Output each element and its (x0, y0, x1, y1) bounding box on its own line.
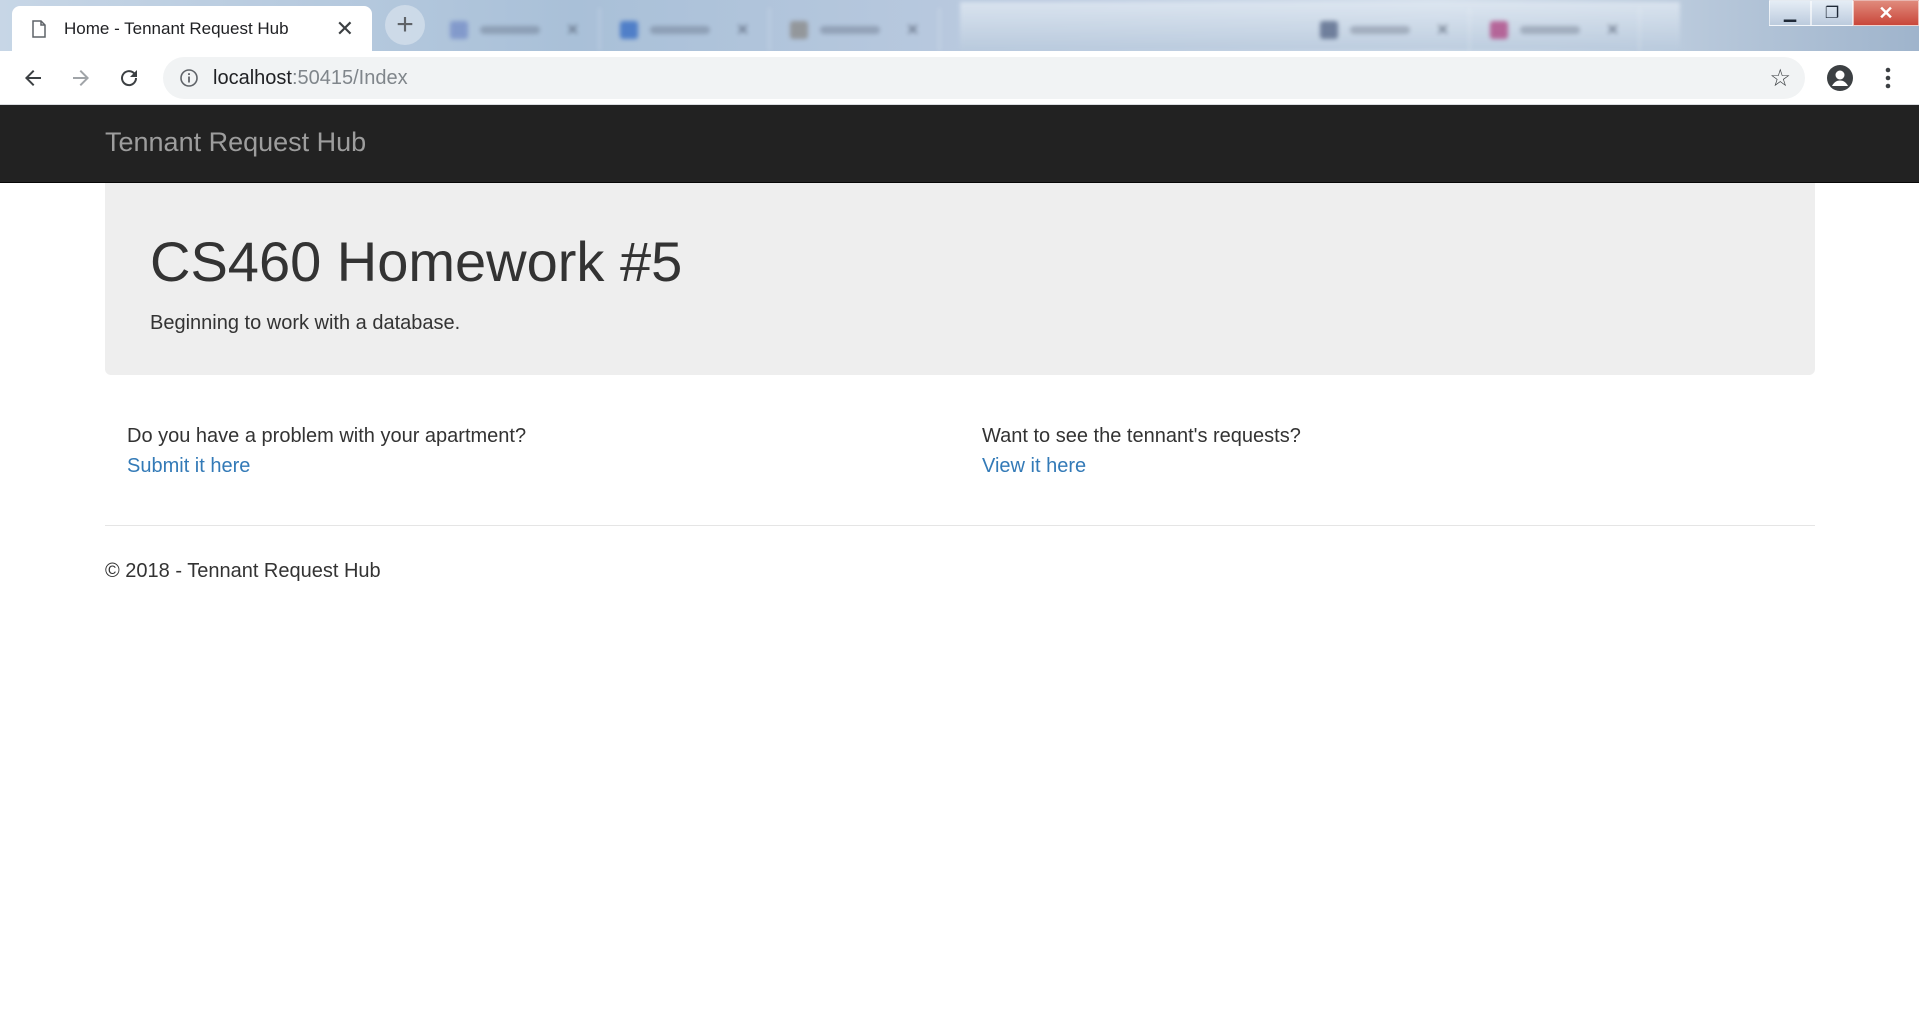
view-link[interactable]: View it here (982, 455, 1086, 477)
submit-question: Do you have a problem with your apartmen… (127, 425, 527, 447)
view-question: Want to see the tennant's requests? (982, 425, 1301, 447)
url-host: localhost (213, 66, 292, 89)
footer-text: © 2018 - Tennant Request Hub (105, 560, 381, 582)
submit-link[interactable]: Submit it here (127, 455, 250, 477)
tab-strip: ✕ ✕ ✕ ✕ ✕ Home - Tennant Request Hub ✕ +… (0, 0, 1919, 51)
profile-icon[interactable] (1826, 64, 1854, 92)
tab-title-blur (480, 25, 540, 34)
background-tab[interactable]: ✕ (600, 8, 770, 51)
tab-title-blur (820, 25, 880, 34)
active-tab[interactable]: Home - Tennant Request Hub ✕ (12, 6, 372, 51)
close-icon[interactable]: ✕ (906, 20, 919, 40)
tab-title-blur (1350, 25, 1410, 34)
page-icon (32, 19, 46, 38)
url-path: :50415/Index (291, 66, 408, 89)
info-icon[interactable] (179, 68, 199, 88)
jumbotron: CS460 Homework #5 Beginning to work with… (105, 183, 1815, 375)
tab-favicon (1320, 20, 1338, 39)
address-bar[interactable]: localhost:50415/Index ☆ (163, 57, 1805, 99)
restore-icon[interactable]: ❐ (1811, 0, 1853, 26)
forward-icon[interactable] (62, 59, 100, 97)
background-tab[interactable]: ✕ (1470, 8, 1640, 51)
star-icon[interactable]: ☆ (1769, 64, 1791, 93)
tab-title-blur (1520, 25, 1580, 34)
window-controls: ▁ ❐ ✕ (1769, 0, 1919, 26)
page-title: CS460 Homework #5 (150, 230, 683, 293)
window-close-icon[interactable]: ✕ (1853, 0, 1919, 26)
close-icon[interactable]: ✕ (1436, 20, 1449, 40)
navbar-brand[interactable]: Tennant Request Hub (105, 127, 366, 158)
site-navbar: Tennant Request Hub (0, 105, 1919, 183)
menu-icon[interactable] (1878, 63, 1898, 93)
lead-text: Beginning to work with a database. (150, 312, 461, 334)
reload-icon[interactable] (110, 59, 148, 97)
tab-favicon (1490, 20, 1508, 39)
close-icon[interactable]: ✕ (736, 20, 749, 40)
background-tab[interactable]: ✕ (430, 8, 600, 51)
tab-title: Home - Tennant Request Hub (64, 18, 289, 38)
url-text: localhost:50415/Index (213, 67, 1769, 90)
view-requests-column: Want to see the tennant's requests? View… (982, 421, 1782, 481)
background-tab[interactable]: ✕ (1300, 8, 1470, 51)
tab-favicon (450, 20, 468, 39)
close-icon[interactable]: ✕ (336, 17, 354, 40)
background-tab[interactable]: ✕ (770, 8, 940, 51)
tab-title-blur (650, 25, 710, 34)
footer-divider (105, 525, 1815, 526)
minimize-icon[interactable]: ▁ (1769, 0, 1811, 26)
submit-request-column: Do you have a problem with your apartmen… (127, 421, 927, 481)
close-icon[interactable]: ✕ (566, 20, 579, 40)
new-tab-icon[interactable]: + (385, 5, 425, 45)
browser-toolbar: localhost:50415/Index ☆ (0, 51, 1919, 105)
close-icon[interactable]: ✕ (1606, 20, 1619, 40)
tab-favicon (790, 20, 808, 39)
back-icon[interactable] (14, 59, 52, 97)
tab-favicon (620, 20, 638, 39)
